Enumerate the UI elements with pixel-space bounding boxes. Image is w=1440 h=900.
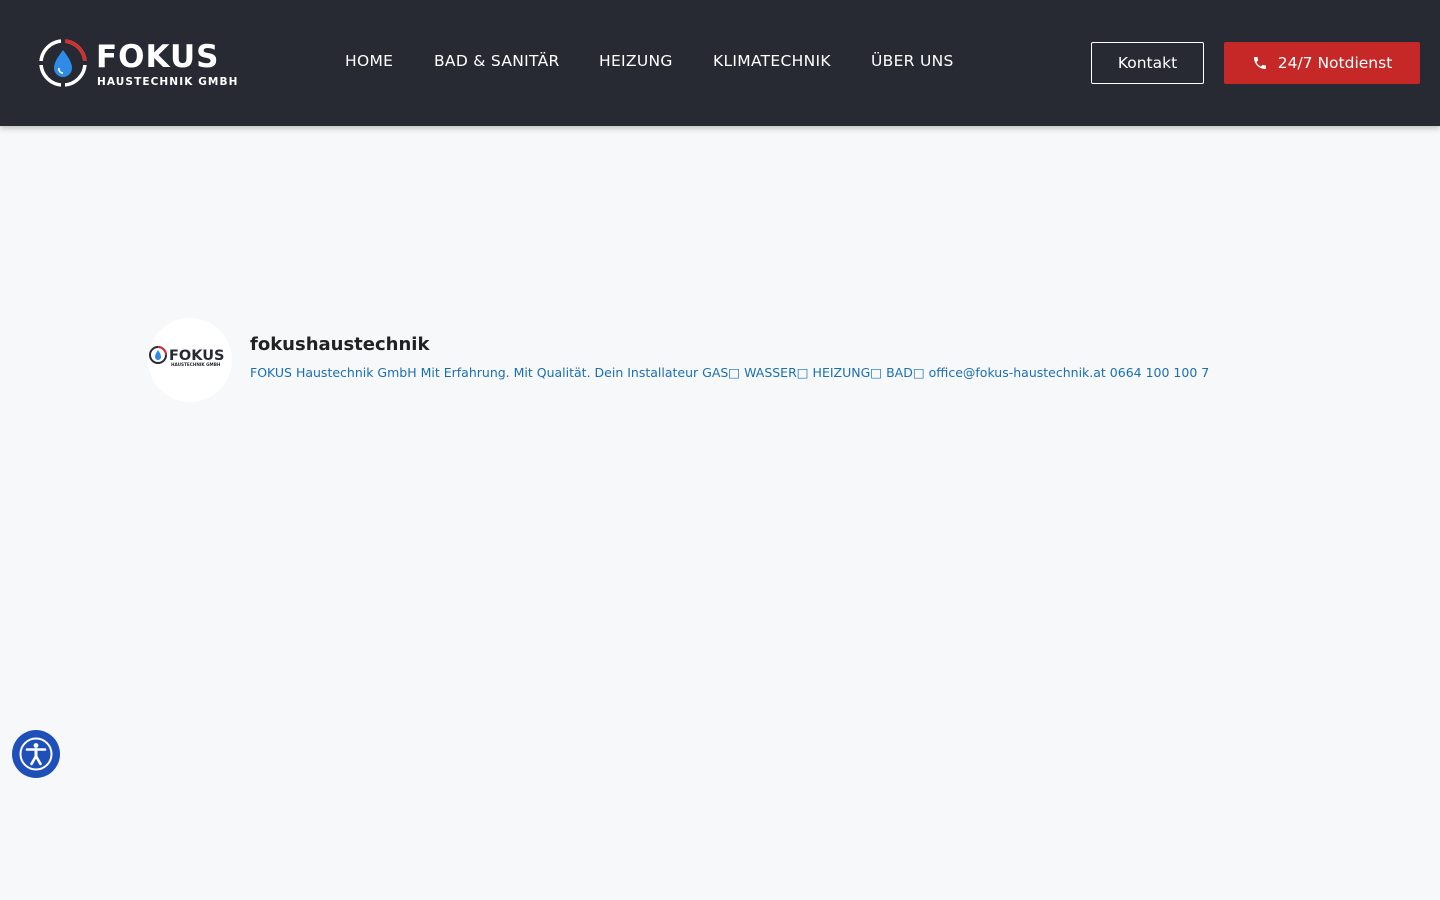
accessibility-icon [19, 737, 53, 771]
logo-subtitle: HAUSTECHNIK GMBH [97, 76, 239, 88]
nav-home[interactable]: HOME [345, 52, 393, 70]
avatar[interactable]: FOKUS HAUSTECHNIK GMBH [148, 318, 232, 402]
fokus-logo-icon [38, 38, 88, 88]
site-logo[interactable]: FOKUS HAUSTECHNIK GMBH [38, 38, 238, 90]
avatar-sub-text: HAUSTECHNIK GMBH [171, 362, 221, 367]
avatar-logo: FOKUS HAUSTECHNIK GMBH [149, 346, 224, 367]
nav-heizung[interactable]: HEIZUNG [599, 52, 673, 70]
kontakt-button[interactable]: Kontakt [1091, 42, 1204, 84]
notdienst-button[interactable]: 24/7 Notdienst [1224, 42, 1420, 84]
profile-username[interactable]: fokushaustechnik [250, 334, 429, 355]
logo-brand: FOKUS [96, 39, 220, 75]
nav-klimatechnik[interactable]: KLIMATECHNIK [713, 52, 831, 70]
nav-bad-sanitaer[interactable]: BAD & SANITÄR [434, 52, 560, 70]
notdienst-button-label: 24/7 Notdienst [1277, 54, 1393, 72]
kontakt-button-label: Kontakt [1117, 54, 1178, 72]
site-header: FOKUS HAUSTECHNIK GMBH HOME BAD & SANITÄ… [0, 0, 1440, 126]
profile-card: FOKUS HAUSTECHNIK GMBH fokushaustechnik … [148, 318, 1248, 404]
profile-bio: FOKUS Haustechnik GmbH Mit Erfahrung. Mi… [250, 365, 1210, 380]
accessibility-button[interactable] [12, 730, 60, 778]
phone-icon [1253, 57, 1266, 69]
nav-ueber-uns[interactable]: ÜBER UNS [871, 52, 954, 70]
